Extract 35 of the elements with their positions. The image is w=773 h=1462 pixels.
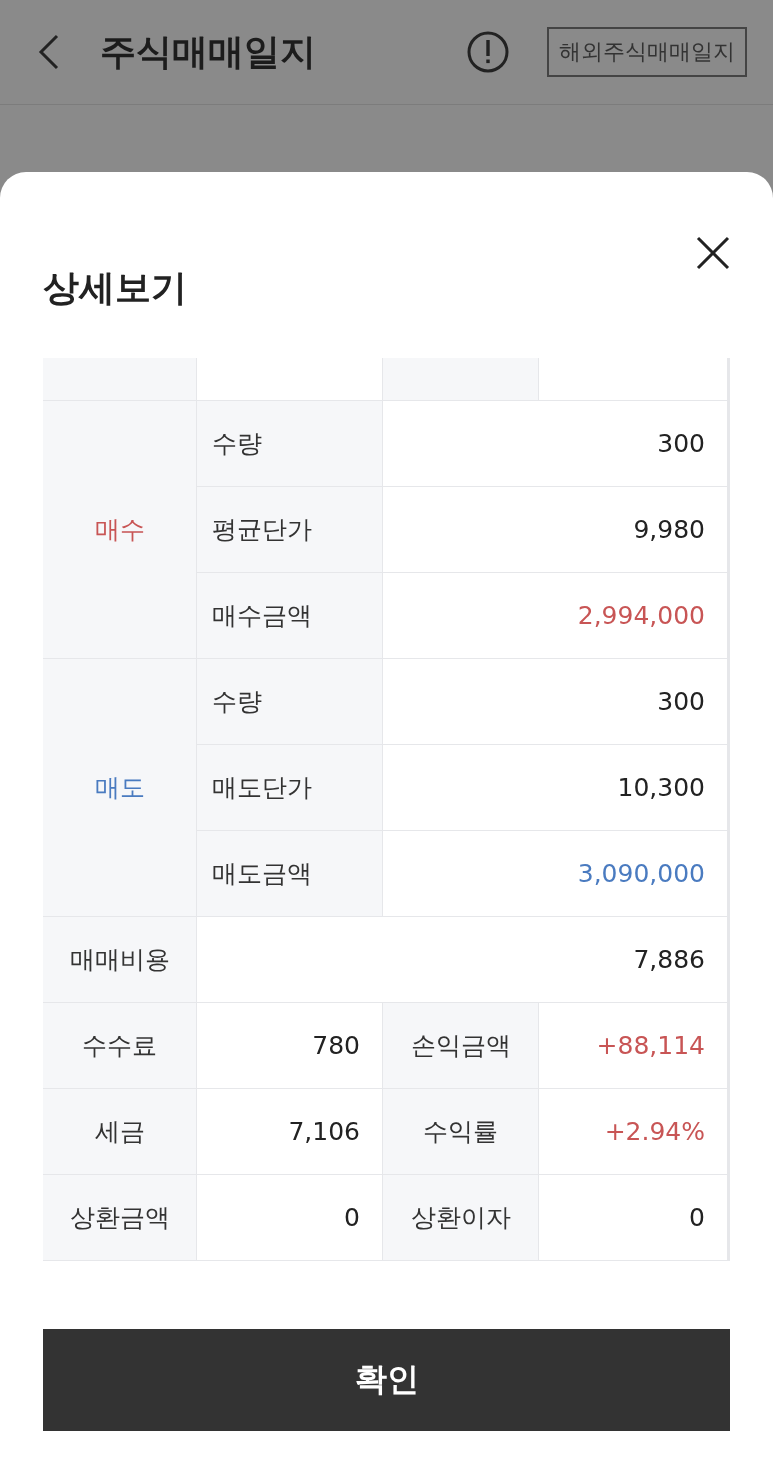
row-label: 평균단가: [197, 487, 382, 572]
sheet-title: 상세보기: [43, 270, 188, 306]
row-value: +2.94%: [539, 1089, 727, 1174]
row-label: 매수금액: [197, 573, 382, 658]
row-label: 수익률: [383, 1089, 538, 1174]
row-label: 수수료: [43, 1003, 196, 1088]
row-label: 손익금액: [383, 1003, 538, 1088]
row-label: 상환금액: [43, 1175, 196, 1260]
row-value: 300: [383, 659, 727, 744]
overseas-journal-button[interactable]: 해외주식매매일지: [547, 27, 747, 77]
row-value: 0: [197, 1175, 382, 1260]
row-value: 0: [539, 1175, 727, 1260]
row-value: 2,994,000: [383, 573, 727, 658]
row-value: 9,980: [383, 487, 727, 572]
info-icon[interactable]: [467, 31, 509, 73]
row-label: 수량: [197, 401, 382, 486]
row-value: +88,114: [539, 1003, 727, 1088]
row-value: 300: [383, 401, 727, 486]
confirm-button[interactable]: 확인: [43, 1329, 730, 1431]
page-title: 주식매매일지: [100, 29, 317, 74]
row-label: 매도금액: [197, 831, 382, 916]
row-value: 7,886: [197, 917, 727, 1002]
back-icon[interactable]: [38, 34, 60, 70]
group-label: 매도: [43, 659, 196, 916]
row-label: 수량: [197, 659, 382, 744]
row-label: 매도단가: [197, 745, 382, 830]
row-value: 3,090,000: [383, 831, 727, 916]
group-label: 매수: [43, 401, 196, 658]
row-label: 매매비용: [43, 917, 196, 1002]
row-label: 상환이자: [383, 1175, 538, 1260]
row-label: 세금: [43, 1089, 196, 1174]
row-value: 7,106: [197, 1089, 382, 1174]
close-icon[interactable]: [696, 236, 730, 270]
row-value: 780: [197, 1003, 382, 1088]
row-value: 10,300: [383, 745, 727, 830]
